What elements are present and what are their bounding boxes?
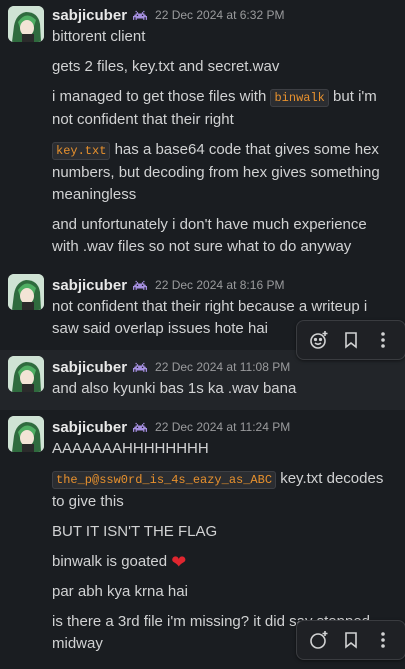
- author-name[interactable]: sabjicuber: [52, 359, 127, 376]
- space-invader-icon: [133, 421, 148, 433]
- inline-code: binwalk: [270, 89, 329, 107]
- add-reaction-icon[interactable]: [303, 323, 335, 357]
- timestamp[interactable]: 22 Dec 2024 at 8:16 PM: [155, 278, 284, 292]
- message-actions-toolbar: [296, 320, 405, 360]
- bookmark-icon[interactable]: [335, 623, 367, 657]
- message-text: binwalk is goated ❤: [52, 551, 397, 573]
- message-text: AAAAAAAHHHHHHHH: [52, 440, 209, 457]
- heart-emoji: ❤: [171, 552, 187, 572]
- message-text: bittorent client: [52, 28, 146, 45]
- timestamp[interactable]: 22 Dec 2024 at 11:08 PM: [155, 360, 290, 374]
- avatar[interactable]: [8, 416, 44, 452]
- inline-code: the_p@ssw0rd_is_4s_eazy_as_ABC: [52, 471, 277, 489]
- bookmark-icon[interactable]: [335, 323, 367, 357]
- message-header: sabjicuber 22 Dec 2024 at 11:24 PM: [52, 416, 397, 438]
- author-name[interactable]: sabjicuber: [52, 419, 127, 436]
- message-text: the_p@ssw0rd_is_4s_eazy_as_ABC key.txt d…: [52, 468, 397, 513]
- text-run: binwalk is goated: [52, 553, 168, 570]
- author-name[interactable]: sabjicuber: [52, 7, 127, 24]
- timestamp[interactable]: 22 Dec 2024 at 11:24 PM: [155, 420, 290, 434]
- timestamp[interactable]: 22 Dec 2024 at 6:32 PM: [155, 8, 284, 22]
- message-actions-toolbar: [296, 620, 405, 660]
- message-text: BUT IT ISN'T THE FLAG: [52, 523, 218, 540]
- message-text: par abh kya krna hai: [52, 583, 188, 600]
- message: sabjicuber 22 Dec 2024 at 6:32 PM bittor…: [0, 0, 405, 268]
- author-name[interactable]: sabjicuber: [52, 277, 127, 294]
- text-run: i managed to get those files with: [52, 88, 271, 105]
- message-header: sabjicuber 22 Dec 2024 at 8:16 PM: [52, 274, 397, 296]
- message-text: gets 2 files, key.txt and secret.wav: [52, 58, 280, 75]
- more-vertical-icon[interactable]: [367, 623, 399, 657]
- avatar[interactable]: [8, 6, 44, 42]
- space-invader-icon: [133, 279, 148, 291]
- space-invader-icon: [133, 9, 148, 21]
- space-invader-icon: [133, 361, 148, 373]
- message-text: i managed to get those files with binwal…: [52, 86, 397, 131]
- inline-code: key.txt: [52, 142, 111, 160]
- message-header: sabjicuber 22 Dec 2024 at 6:32 PM: [52, 4, 397, 26]
- avatar[interactable]: [8, 274, 44, 310]
- message-text: and also kyunki bas 1s ka .wav bana: [52, 380, 297, 397]
- message-text: key.txt has a base64 code that gives som…: [52, 139, 397, 206]
- add-reaction-icon[interactable]: [303, 623, 335, 657]
- message-text: and unfortunately i don't have much expe…: [52, 216, 367, 255]
- avatar[interactable]: [8, 356, 44, 392]
- more-vertical-icon[interactable]: [367, 323, 399, 357]
